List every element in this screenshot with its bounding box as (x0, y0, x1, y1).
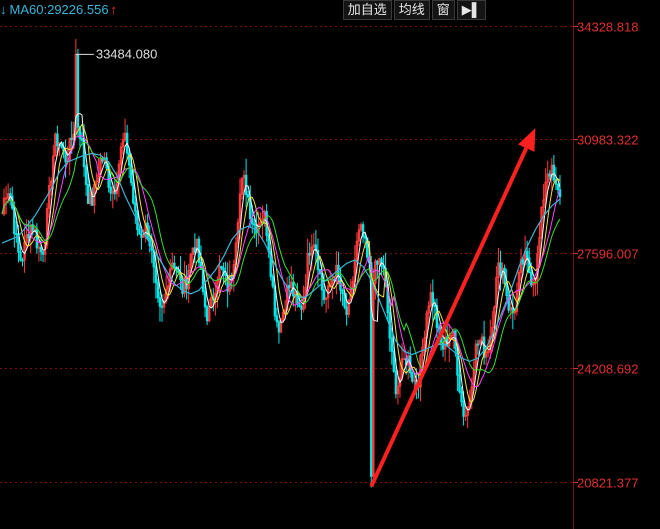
candle-body (154, 266, 158, 284)
candle-body (390, 337, 393, 352)
y-tick-label: 34328.818 (577, 20, 638, 35)
ma60-indicator[interactable]: ↓ MA60:29226.556 ↑ (0, 1, 117, 19)
y-tick-label: 24208.692 (577, 362, 638, 377)
candle-body (70, 137, 73, 141)
candle-body (205, 306, 209, 322)
candle-body (476, 343, 480, 346)
candle-body (37, 246, 41, 249)
candle-body (109, 186, 112, 194)
candle-body (224, 273, 227, 277)
candle-body (341, 289, 344, 294)
candle-body (392, 350, 396, 372)
candle-body (322, 289, 326, 300)
candle-body (27, 234, 30, 239)
candle-body (156, 282, 160, 299)
candle-body (220, 265, 223, 269)
candle-body (138, 229, 141, 235)
candle-body (308, 252, 311, 256)
candle-body (203, 290, 207, 308)
candle-body (101, 158, 104, 162)
candle-body (173, 262, 176, 269)
candle-body (19, 251, 22, 261)
y-tick-label: 27596.007 (577, 247, 638, 262)
candle-body (15, 233, 18, 236)
candle-body (271, 276, 275, 287)
candle-body (458, 374, 461, 393)
candle-body (521, 259, 525, 265)
candle-body (548, 173, 551, 177)
candle-body (132, 182, 135, 204)
candle-body (84, 166, 88, 186)
candle-body (140, 233, 143, 238)
candle-body (394, 370, 398, 395)
candle-body (552, 164, 556, 181)
candle-body (530, 272, 533, 286)
candle-body (556, 183, 560, 191)
candle-body (41, 251, 45, 255)
candle-body (160, 305, 164, 308)
price-chart[interactable]: 33484.080 34328.818 30983.322 27596.007 242… (0, 0, 660, 529)
candle-body (300, 306, 303, 310)
annotation-layer: 33484.080 (75, 46, 536, 488)
candle-body (441, 341, 445, 350)
candle-body (277, 321, 281, 333)
ma-settings-button[interactable]: 均线 (393, 0, 430, 20)
candle-body (525, 250, 529, 259)
candle-body (193, 247, 197, 253)
collapse-right-icon[interactable]: ▶▌ (456, 0, 486, 20)
candle-body (56, 133, 59, 146)
candle-body (21, 259, 24, 262)
candle-body (86, 184, 90, 205)
candle-body (134, 202, 137, 212)
candle-body (39, 246, 43, 253)
candle-body (402, 358, 406, 361)
price-axis: 34328.818 30983.322 27596.007 24208.692 2082… (573, 20, 638, 491)
ma60-value: 29226.556 (47, 2, 109, 17)
candle-body (287, 285, 291, 289)
candle-body (376, 260, 379, 265)
chart-toolbar: 加自选 均线 窗 ▶▌ (342, 0, 486, 20)
candle-body (4, 197, 8, 200)
high-price-label: 33484.080 (96, 46, 157, 61)
arrow-up-icon: ↑ (110, 2, 118, 17)
y-tick-label: 20821.377 (577, 476, 638, 491)
trend-arrow-head (518, 128, 536, 152)
ma60-label: MA60 (9, 2, 44, 17)
candle-body (298, 303, 301, 308)
add-watchlist-button[interactable]: 加自选 (342, 0, 392, 20)
candle-body (363, 235, 367, 239)
candle-body (411, 372, 414, 382)
candle-body (80, 138, 84, 141)
candle-body (505, 283, 508, 296)
candle-body (345, 306, 348, 315)
candle-body (253, 223, 256, 226)
candle-body (433, 305, 437, 308)
candle-body (76, 53, 80, 128)
candle-layer (2, 38, 562, 488)
candle-body (246, 194, 250, 198)
grid-layer (0, 0, 574, 529)
candle-body (499, 262, 502, 276)
arrow-down-icon[interactable]: ↓ (0, 2, 7, 17)
candle-body (158, 297, 162, 307)
candle-body (413, 379, 416, 382)
candle-body (275, 315, 279, 323)
candle-body (460, 391, 463, 403)
window-button[interactable]: 窗 (431, 0, 455, 20)
y-tick-label: 30983.322 (577, 133, 638, 148)
candle-body (462, 401, 465, 417)
